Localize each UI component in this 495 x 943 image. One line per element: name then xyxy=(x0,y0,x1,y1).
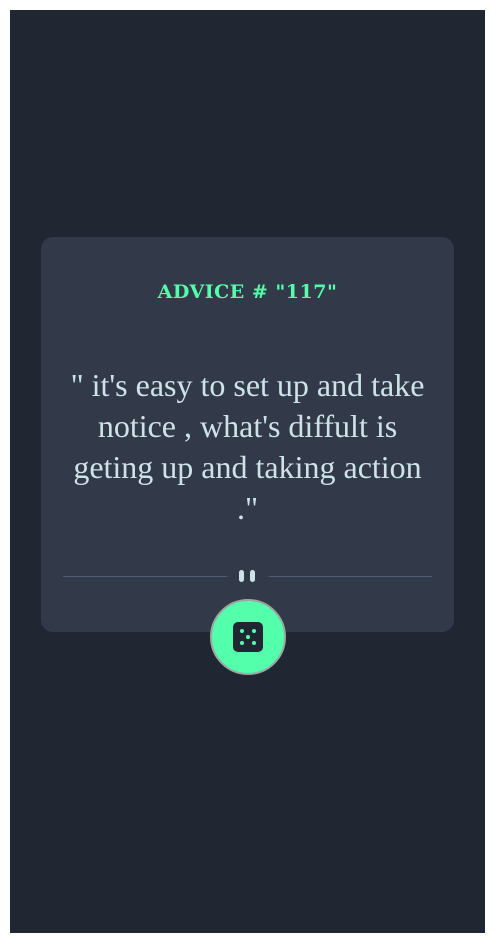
dice-pip xyxy=(240,629,244,633)
pause-bar-left xyxy=(239,570,244,582)
advice-card: ADVICE # "117" " it's easy to set up and… xyxy=(41,237,454,632)
dice-pip xyxy=(246,635,250,639)
advice-heading: ADVICE # "117" xyxy=(157,281,338,303)
divider-line-right xyxy=(269,576,432,577)
dice-pip xyxy=(240,641,244,645)
dice-pip xyxy=(252,641,256,645)
dice-pip xyxy=(252,629,256,633)
pattern-divider xyxy=(63,570,432,583)
divider-line-left xyxy=(63,576,227,577)
advice-quote: " it's easy to set up and take notice , … xyxy=(70,367,425,526)
app-screen: ADVICE # "117" " it's easy to set up and… xyxy=(10,10,485,933)
pause-icon xyxy=(238,570,258,583)
pause-bar-right xyxy=(250,570,255,582)
dice-icon xyxy=(233,622,263,652)
new-advice-button[interactable] xyxy=(210,599,286,675)
